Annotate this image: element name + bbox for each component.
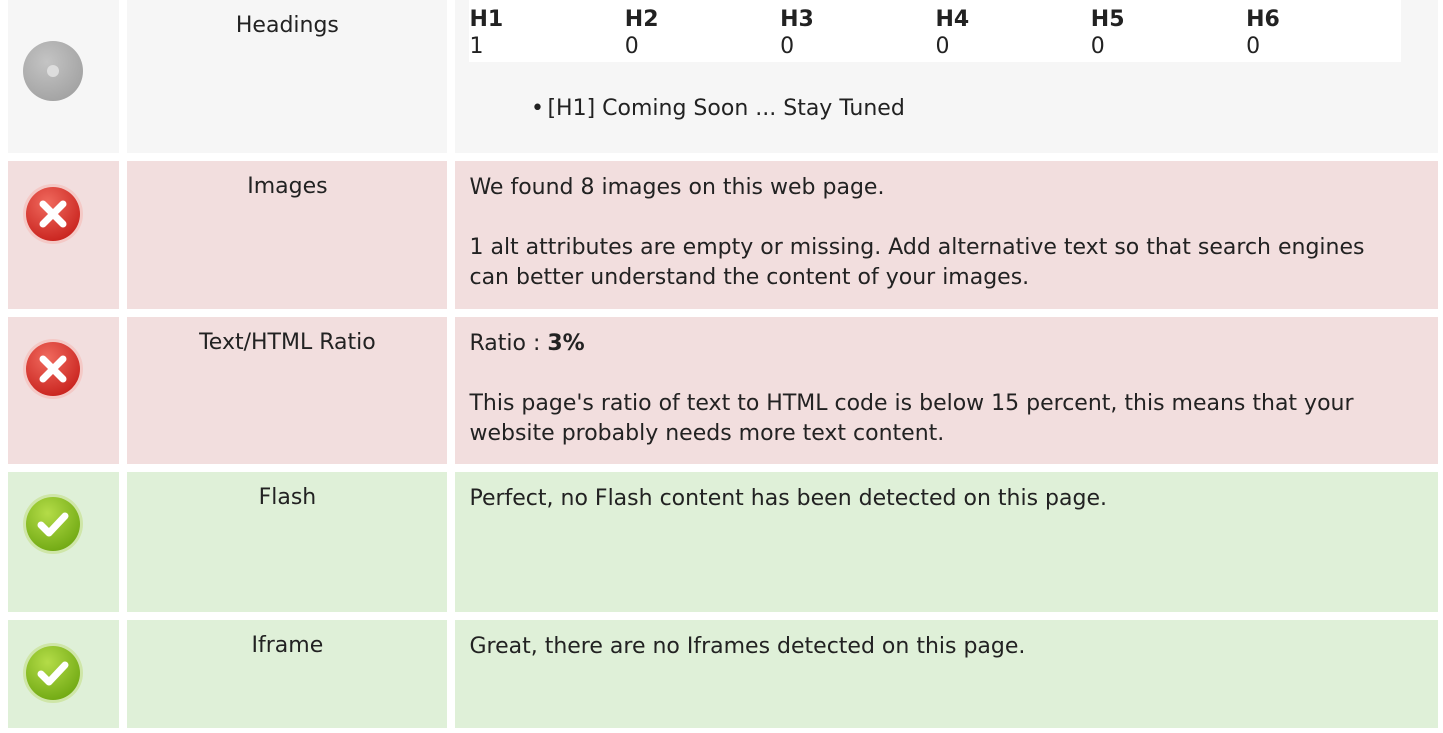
iframe-text: Great, there are no Iframes detected on … [469,634,1026,659]
heading-col-h6: H6 [1246,7,1280,32]
heading-count-h1: 1 [469,34,484,59]
images-status-cell [8,161,120,309]
ratio-description: This page's ratio of text to HTML code i… [469,391,1354,446]
iframe-label: Iframe [127,620,448,728]
iframe-content: Great, there are no Iframes detected on … [455,620,1438,728]
heading-count-h3: 0 [780,34,795,59]
heading-count-h2: 0 [624,34,639,59]
heading-count-h5: 0 [1090,34,1105,59]
headings-list: [H1] Coming Soon ... Stay Tuned [529,94,1408,124]
flash-text: Perfect, no Flash content has been detec… [469,486,1107,511]
iframe-status-cell [8,620,120,728]
error-cross-icon [22,183,84,245]
heading-col-h5: H5 [1090,7,1125,32]
flash-content: Perfect, no Flash content has been detec… [455,472,1438,612]
heading-col-h3: H3 [780,7,814,32]
headings-status-cell [8,0,120,153]
neutral-circle-icon [22,40,84,102]
images-alt-text: 1 alt attributes are empty or missing. A… [469,235,1365,290]
headings-table: H1 H2 H3 H4 H5 H6 1 0 0 0 0 0 [469,0,1402,62]
flash-row: Flash Perfect, no Flash content has been… [8,472,1438,612]
ratio-row: Text/HTML Ratio Ratio : 3% This page's r… [8,317,1438,464]
heading-col-h1: H1 [469,7,504,32]
error-cross-icon [22,338,84,400]
flash-status-cell [8,472,120,612]
images-found-text: We found 8 images on this web page. [469,175,885,200]
ratio-value: 3% [547,331,585,356]
iframe-row: Iframe Great, there are no Iframes detec… [8,620,1438,728]
ratio-line: Ratio : 3% [469,329,1408,359]
ratio-prefix: Ratio : [469,331,548,356]
images-row: Images We found 8 images on this web pag… [8,161,1438,309]
heading-col-h4: H4 [935,7,970,32]
flash-label: Flash [127,472,448,612]
images-content: We found 8 images on this web page. 1 al… [455,161,1438,309]
ratio-label: Text/HTML Ratio [127,317,448,464]
headings-row: Headings H1 H2 H3 H4 H5 H6 1 0 0 0 0 0 [… [8,0,1438,153]
heading-col-h2: H2 [624,7,659,32]
headings-content: H1 H2 H3 H4 H5 H6 1 0 0 0 0 0 [H1] Comin… [455,0,1438,153]
list-item: [H1] Coming Soon ... Stay Tuned [529,94,1408,124]
images-label: Images [127,161,448,309]
headings-label: Headings [127,0,448,153]
success-check-icon [22,642,84,704]
ratio-status-cell [8,317,120,464]
ratio-content: Ratio : 3% This page's ratio of text to … [455,317,1438,464]
success-check-icon [22,493,84,555]
heading-count-h4: 0 [935,34,950,59]
heading-count-h6: 0 [1246,34,1261,59]
